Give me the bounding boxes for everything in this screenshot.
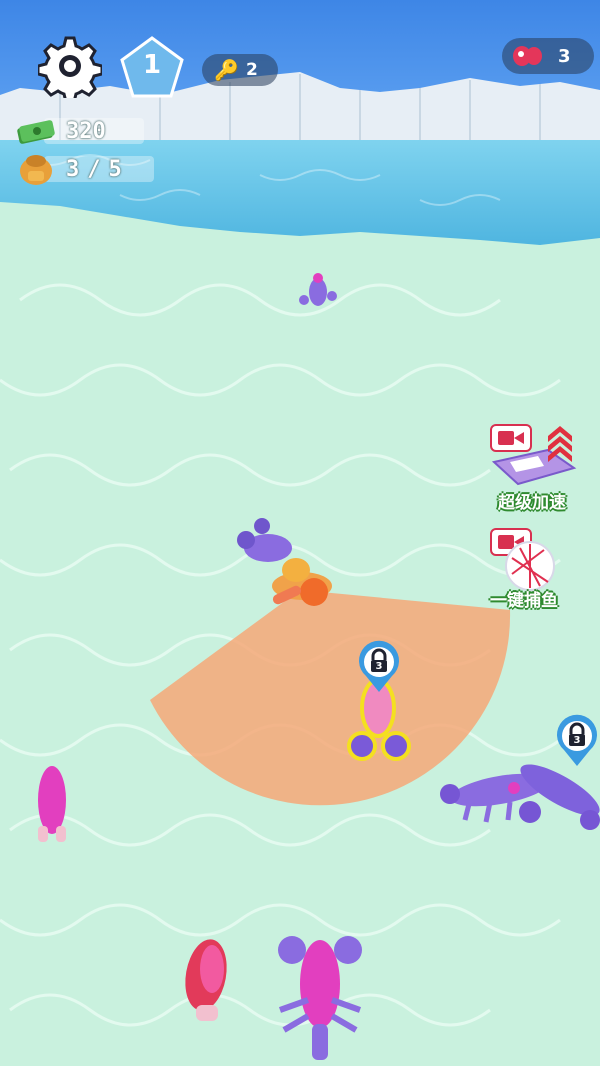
capacity-current: 3 [66,156,80,182]
level-badge: 1 [120,36,184,98]
catch-count: 3 [558,46,571,67]
capacity-separator: / [87,156,101,182]
capacity-row: 3 / 5 [14,152,154,186]
super-speed-label: 超级加速 [498,493,566,513]
money-row: 320 [14,114,144,148]
backpack-icon [20,155,52,185]
super-speed-button[interactable]: 超级加速 [486,420,586,513]
money-amount: 320 [66,118,106,144]
gear-icon [36,36,104,104]
settings-button[interactable] [36,34,104,104]
keys-counter: 🔑 2 [202,54,278,86]
level-number: 1 [142,50,162,80]
fishing-net-icon [505,541,555,591]
lock-level-number: 3 [573,735,581,746]
key-icon: 🔑 [214,58,239,82]
lock-badge-target[interactable]: 3 [356,640,402,694]
capacity-max: 5 [108,156,122,182]
auto-catch-label: 一键捕鱼 [490,591,558,611]
cash-stack-icon [17,120,55,144]
lock-badge-right[interactable]: 3 [554,714,600,768]
lobster-pink-left[interactable] [38,766,66,842]
catch-counter: 3 [502,38,594,74]
auto-catch-button[interactable]: 一键捕鱼 [486,524,586,614]
keys-count: 2 [246,60,258,80]
lock-level-number: 3 [375,661,383,672]
lobster-claw-icon [513,46,542,66]
speedboat-icon [491,426,577,486]
